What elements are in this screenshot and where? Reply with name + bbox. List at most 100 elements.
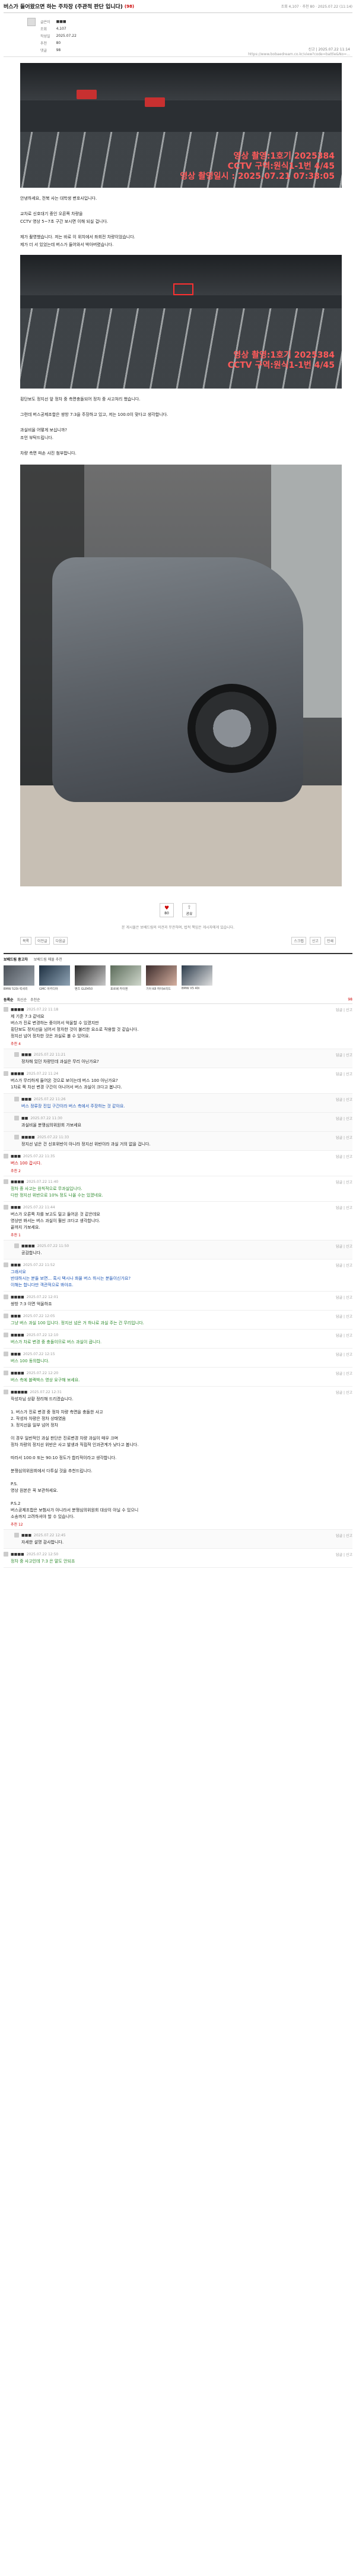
banner-card[interactable]: BMW 520i 럭셔리	[4, 965, 34, 991]
toolbar-button[interactable]: 이전글	[35, 937, 50, 945]
comment-sort-tab[interactable]: 추천순	[30, 997, 40, 1002]
avatar[interactable]	[4, 1352, 8, 1356]
comment-actions[interactable]: 답글 | 신고	[336, 1390, 352, 1395]
toolbar-button[interactable]: 스크랩	[291, 937, 306, 945]
comment-nickname[interactable]: ■■■	[21, 1053, 31, 1057]
comment-sort-tab[interactable]: 최신순	[17, 997, 27, 1002]
comment-author: ■■■ 2025.07.22 12:45	[14, 1533, 66, 1538]
comment-actions[interactable]: 답글 | 신고	[336, 1295, 352, 1300]
avatar[interactable]	[14, 1243, 19, 1248]
avatar[interactable]	[4, 1295, 8, 1299]
banner-card[interactable]: GMC 아카디아	[39, 965, 70, 991]
avatar[interactable]	[4, 1007, 8, 1012]
avatar[interactable]	[14, 1052, 19, 1057]
comment-nickname[interactable]: ■■■	[11, 1263, 21, 1267]
banner-card[interactable]: 포르쉐 카이엔	[110, 965, 141, 991]
avatar[interactable]	[4, 1314, 8, 1318]
banner-card[interactable]: 벤츠 GLE450	[75, 965, 106, 991]
avatar[interactable]	[4, 1371, 8, 1375]
avatar[interactable]	[4, 1205, 8, 1210]
avatar[interactable]	[4, 1390, 8, 1394]
comment-actions[interactable]: 답글 | 신고	[336, 1007, 352, 1012]
comment-nickname[interactable]: ■■■■	[11, 1180, 24, 1184]
avatar[interactable]	[4, 1262, 8, 1267]
comment-item: ■■■ 2025.07.22 11:26 답글 | 신고 버스 정류장 진입 구간이라…	[4, 1094, 352, 1113]
comment-author: ■■■■ 2025.07.22 11:24	[4, 1071, 58, 1076]
comment-nickname[interactable]: ■■■■	[11, 1333, 24, 1337]
comment-actions[interactable]: 답글 | 신고	[336, 1314, 352, 1319]
comment-actions[interactable]: 답글 | 신고	[336, 1262, 352, 1268]
comment-item: ■■■■ 2025.07.22 12:01 답글 | 신고 쌍방 7:3 이면 억울하…	[4, 1292, 352, 1311]
comment-line: 2. 작성자 차량은 정차 상태였음	[11, 1416, 66, 1421]
comment-actions[interactable]: 답글 | 신고	[336, 1552, 352, 1557]
disclaimer: 본 게시물은 보배드림의 의견과 무관하며, 법적 책임은 게시자에게 있습니다…	[121, 926, 235, 930]
comment-nickname[interactable]: ■■■■	[11, 1371, 24, 1375]
share-button[interactable]: ⇪ 공유	[182, 903, 196, 917]
bus-shape	[77, 90, 97, 99]
comment-nickname[interactable]: ■■■	[21, 1533, 31, 1538]
toolbar-button[interactable]: 목록	[20, 937, 32, 945]
comment-actions[interactable]: 답글 | 신고	[336, 1333, 352, 1338]
comment-actions[interactable]: 답글 | 신고	[336, 1052, 352, 1057]
avatar[interactable]	[4, 1071, 8, 1076]
text-line	[20, 203, 336, 210]
toolbar-button[interactable]: 신고	[309, 937, 321, 945]
comment-nickname[interactable]: ■■■■■	[11, 1390, 27, 1394]
comment-nickname[interactable]: ■■■	[11, 1154, 21, 1158]
comment-text: 정차 중 사고인데 7:3 은 말도 안되죠	[4, 1557, 352, 1565]
comment-actions[interactable]: 답글 | 신고	[336, 1533, 352, 1538]
avatar[interactable]	[4, 1179, 8, 1184]
toolbar-button[interactable]: 인쇄	[324, 937, 336, 945]
post-url[interactable]: https://www.bobaedream.co.kr/view?code=b…	[248, 52, 350, 56]
meta-value: 80	[56, 40, 61, 45]
comment-item: ■■■■ 2025.07.22 11:18 답글 | 신고 제 기준 7:3 같네요 버…	[4, 1004, 352, 1049]
comment-actions[interactable]: 답글 | 신고	[336, 1154, 352, 1159]
comment-line: 정차 차량의 정지선 위반은 사고 발생과 직접적 인과관계가 낮다고 봅니다.	[11, 1442, 139, 1447]
comment-likes[interactable]: 추천 12	[4, 1521, 352, 1527]
comment-text: 정차 중 사고는 원칙적으로 무과실입니다. 다만 정지선 위반으로 10% 정도…	[4, 1185, 352, 1199]
comment-nickname[interactable]: ■■■■	[11, 1008, 24, 1012]
banner-card[interactable]: 기아 K8 하이브리드	[146, 965, 177, 991]
comment-count-badge[interactable]: (98)	[125, 4, 134, 9]
text-line: 제가 촬영했습니다. 저는 바로 이 위치에서 좌회전 차량이었습니다.	[20, 235, 135, 239]
comment-item: ■■■■ 2025.07.22 11:50 답글 | 신고 공감합니다.	[4, 1240, 352, 1259]
meta-report[interactable]: 신고 | 2025.07.22 11:14	[309, 46, 350, 52]
avatar[interactable]	[14, 1135, 19, 1139]
comment-actions[interactable]: 답글 | 신고	[336, 1352, 352, 1357]
comment-actions[interactable]: 답글 | 신고	[336, 1116, 352, 1121]
like-button[interactable]: ♥ 80	[160, 903, 174, 917]
comment-sort-tab[interactable]: 등록순	[4, 997, 14, 1002]
comment-actions[interactable]: 답글 | 신고	[336, 1205, 352, 1210]
comment-nickname[interactable]: ■■■■	[11, 1552, 24, 1557]
comment-actions[interactable]: 답글 | 신고	[336, 1243, 352, 1249]
comment-actions[interactable]: 답글 | 신고	[336, 1097, 352, 1102]
avatar[interactable]	[14, 1097, 19, 1101]
comment-nickname[interactable]: ■■■■	[21, 1244, 35, 1248]
avatar[interactable]	[4, 1333, 8, 1337]
comment-actions[interactable]: 답글 | 신고	[336, 1179, 352, 1185]
comment-nickname[interactable]: ■■■■	[11, 1072, 24, 1076]
comment-nickname[interactable]: ■■■	[21, 1097, 31, 1101]
avatar[interactable]	[4, 1552, 8, 1557]
comment-likes[interactable]: 추천 1	[4, 1232, 352, 1238]
avatar[interactable]	[4, 1154, 8, 1158]
comment-nickname[interactable]: ■■	[21, 1116, 28, 1120]
comment-actions[interactable]: 답글 | 신고	[336, 1071, 352, 1077]
comment-actions[interactable]: 답글 | 신고	[336, 1371, 352, 1376]
comment-nickname[interactable]: ■■■	[11, 1314, 21, 1318]
comment-nickname[interactable]: ■■■■	[11, 1295, 24, 1299]
comment-actions[interactable]: 답글 | 신고	[336, 1135, 352, 1140]
comment-likes[interactable]: 추천 2	[4, 1168, 352, 1173]
comment-nickname[interactable]: ■■■	[11, 1352, 21, 1356]
comment-item: ■■■■ 2025.07.22 11:40 답글 | 신고 정차 중 사고는 원칙적으…	[4, 1176, 352, 1202]
toolbar-button[interactable]: 다음글	[53, 937, 68, 945]
comment-nickname[interactable]: ■■■■	[21, 1135, 35, 1139]
avatar[interactable]	[14, 1533, 19, 1538]
author-avatar[interactable]	[27, 18, 36, 26]
comment-line: 과실비율 분쟁심의위원회 가보세요	[21, 1123, 82, 1128]
banner-card[interactable]: BMW X5 40i	[182, 965, 212, 991]
text-line: 과실비율 어떻게 보십니까?	[20, 428, 68, 433]
avatar[interactable]	[14, 1116, 19, 1120]
comment-nickname[interactable]: ■■■	[11, 1205, 21, 1210]
comment-likes[interactable]: 추천 4	[4, 1041, 352, 1046]
